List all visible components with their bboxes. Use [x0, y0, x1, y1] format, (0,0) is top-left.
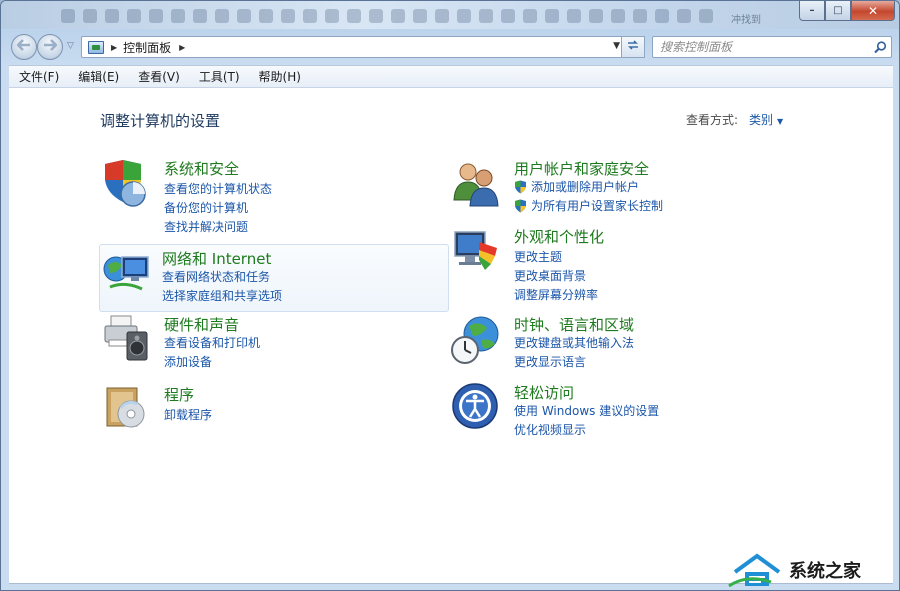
page-title: 调整计算机的设置 [100, 112, 221, 130]
back-button[interactable] [11, 34, 37, 60]
users-icon[interactable] [451, 158, 503, 210]
category-link-label[interactable]: 添加或删除用户帐户 [531, 178, 639, 195]
ease-of-access-icon[interactable] [451, 382, 503, 434]
control-panel-window: 冲找到 – □ ✕ ▽ ▶ 控制面板 ▶ ▼ 搜索控制面板 文件(F) 编辑(E… [0, 0, 900, 591]
chevron-down-icon[interactable]: ▼ [777, 117, 783, 126]
category-hardware-sound: 硬件和声音 查看设备和打印机 添加设备 [101, 314, 449, 370]
control-panel-icon [88, 40, 104, 54]
category-link[interactable]: 调整屏幕分辨率 [514, 286, 598, 303]
category-title[interactable]: 外观和个性化 [514, 226, 604, 247]
category-clock-language-region: 时钟、语言和区域 更改键盘或其他输入法 更改显示语言 [451, 314, 799, 370]
category-link[interactable]: 查看您的计算机状态 [164, 180, 272, 197]
address-bar[interactable]: ▶ 控制面板 ▶ ▼ [81, 36, 625, 58]
refresh-button[interactable] [621, 36, 645, 58]
watermark-logo-icon [728, 553, 781, 588]
category-system-security: 系统和安全 查看您的计算机状态 备份您的计算机 查找并解决问题 [101, 158, 449, 236]
programs-disc-icon[interactable] [101, 384, 153, 436]
view-by-value[interactable]: 类别 [749, 113, 773, 127]
uac-shield-icon [515, 199, 526, 212]
category-user-accounts: 用户帐户和家庭安全 添加或删除用户帐户 为所有用户设置家长控制 [451, 158, 799, 218]
category-link[interactable]: 更改主题 [514, 248, 562, 265]
category-link[interactable]: 查看设备和打印机 [164, 334, 260, 351]
close-button[interactable]: ✕ [851, 1, 895, 21]
menu-edit[interactable]: 编辑(E) [68, 68, 128, 85]
menu-bar: 文件(F) 编辑(E) 查看(V) 工具(T) 帮助(H) [9, 65, 893, 88]
maximize-button[interactable]: □ [825, 1, 851, 21]
clock-globe-icon[interactable] [451, 314, 503, 366]
menu-view[interactable]: 查看(V) [128, 68, 189, 85]
breadcrumb-arrow-icon[interactable]: ▶ [179, 43, 185, 52]
arrow-right-icon [43, 39, 58, 55]
address-dropdown-icon[interactable]: ▼ [613, 41, 620, 51]
search-input[interactable] [660, 40, 869, 54]
category-link[interactable]: 为所有用户设置家长控制 [514, 197, 663, 214]
menu-tools[interactable]: 工具(T) [189, 68, 249, 85]
title-bar[interactable]: 冲找到 – □ ✕ [1, 1, 899, 29]
watermark: 系统之家 [727, 550, 899, 590]
category-title[interactable]: 硬件和声音 [164, 314, 239, 335]
category-title[interactable]: 网络和 Internet [162, 248, 271, 269]
category-link[interactable]: 备份您的计算机 [164, 199, 248, 216]
search-icon[interactable] [869, 40, 891, 54]
recent-pages-dropdown[interactable]: ▽ [67, 41, 74, 51]
category-appearance: 外观和个性化 更改主题 更改桌面背景 调整屏幕分辨率 [451, 226, 799, 304]
arrow-left-icon [16, 39, 31, 55]
category-network-internet[interactable]: 网络和 Internet 查看网络状态和任务 选择家庭组和共享选项 [99, 244, 449, 312]
category-title[interactable]: 轻松访问 [514, 382, 574, 403]
network-globe-icon[interactable] [102, 247, 154, 299]
category-link[interactable]: 使用 Windows 建议的设置 [514, 402, 659, 419]
category-title[interactable]: 系统和安全 [164, 158, 239, 179]
navigation-bar: ▽ ▶ 控制面板 ▶ ▼ [9, 34, 893, 60]
watermark-text: 系统之家 [789, 561, 861, 582]
view-by-dropdown[interactable]: 类别 ▼ [749, 111, 783, 128]
uac-shield-icon [515, 180, 526, 193]
menu-help[interactable]: 帮助(H) [249, 68, 310, 85]
blurred-taskbar [61, 9, 713, 23]
monitor-palette-icon[interactable] [451, 226, 503, 278]
caption-buttons: – □ ✕ [799, 1, 895, 21]
category-title[interactable]: 时钟、语言和区域 [514, 314, 634, 335]
forward-button[interactable] [37, 34, 63, 60]
category-link[interactable]: 更改键盘或其他输入法 [514, 334, 634, 351]
printer-speaker-icon[interactable] [101, 314, 153, 366]
category-link[interactable]: 添加或删除用户帐户 [514, 178, 639, 195]
category-link[interactable]: 更改桌面背景 [514, 267, 586, 284]
category-title[interactable]: 用户帐户和家庭安全 [514, 158, 649, 179]
category-link[interactable]: 更改显示语言 [514, 353, 586, 370]
category-link[interactable]: 优化视频显示 [514, 421, 586, 438]
category-ease-of-access: 轻松访问 使用 Windows 建议的设置 优化视频显示 [451, 382, 799, 438]
menu-file[interactable]: 文件(F) [9, 68, 68, 85]
breadcrumb-arrow-icon[interactable]: ▶ [111, 43, 117, 52]
minimize-button[interactable]: – [799, 1, 825, 21]
category-link[interactable]: 查找并解决问题 [164, 218, 248, 235]
category-title[interactable]: 程序 [164, 384, 194, 405]
shield-pie-icon[interactable] [101, 158, 153, 210]
category-link[interactable]: 卸载程序 [164, 406, 212, 423]
search-box[interactable] [652, 36, 892, 58]
refresh-icon [626, 38, 640, 56]
main-content: 调整计算机的设置 查看方式: 类别 ▼ 系统和安全 查看您的计算机状态 备份您的计… [9, 88, 893, 584]
breadcrumb-control-panel[interactable]: 控制面板 [123, 39, 171, 56]
blurred-taskbar-text: 冲找到 [731, 15, 761, 26]
category-link[interactable]: 添加设备 [164, 353, 212, 370]
category-link[interactable]: 选择家庭组和共享选项 [162, 287, 282, 304]
category-programs: 程序 卸载程序 [101, 384, 449, 432]
view-by-label: 查看方式: [686, 113, 739, 127]
category-link-label[interactable]: 为所有用户设置家长控制 [531, 197, 663, 214]
category-link[interactable]: 查看网络状态和任务 [162, 268, 270, 285]
